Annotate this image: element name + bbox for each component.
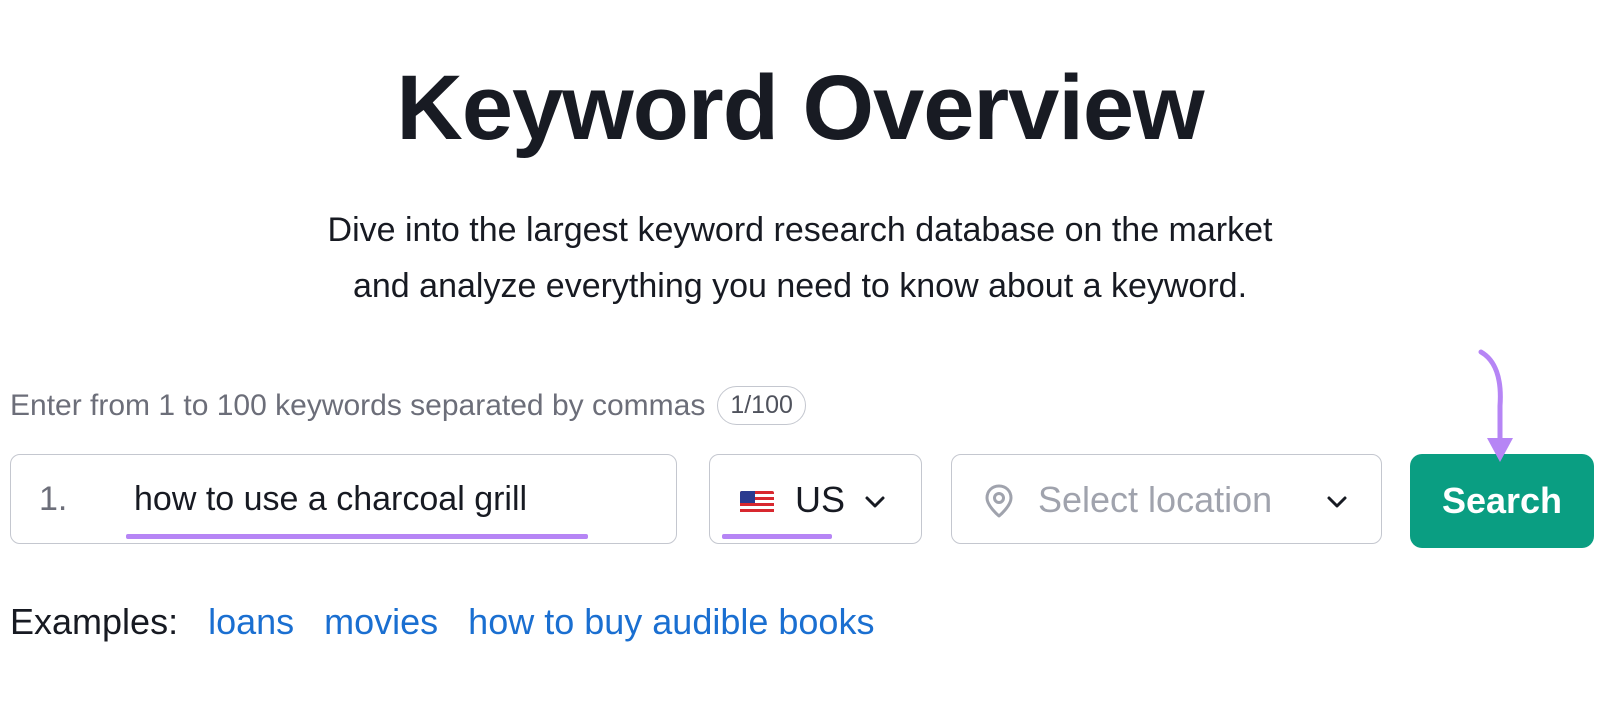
keyword-line-number: 1. [39, 479, 68, 518]
example-link-audible-books[interactable]: how to buy audible books [468, 601, 874, 643]
page-title: Keyword Overview [396, 57, 1204, 159]
country-underline-annotation [722, 534, 832, 539]
example-link-movies[interactable]: movies [324, 601, 438, 643]
examples-row: Examples: loans movies how to buy audibl… [10, 601, 904, 643]
example-link-loans[interactable]: loans [208, 601, 294, 643]
examples-label: Examples: [10, 601, 179, 642]
us-flag-icon [740, 491, 774, 515]
keyword-instructions: Enter from 1 to 100 keywords separated b… [10, 386, 806, 425]
subtitle-line-2: and analyze everything you need to know … [352, 267, 1248, 305]
chevron-down-icon [865, 496, 885, 508]
location-select[interactable]: Select location [951, 454, 1382, 544]
keyword-input[interactable]: 1. how to use a charcoal grill [10, 454, 677, 544]
page-subtitle: Dive into the largest keyword research d… [0, 202, 1600, 314]
keyword-count-badge: 1/100 [717, 386, 806, 425]
location-pin-icon [985, 484, 1013, 518]
location-placeholder: Select location [1038, 479, 1273, 520]
country-select[interactable]: US [709, 454, 922, 544]
instructions-text: Enter from 1 to 100 keywords separated b… [10, 388, 706, 422]
keyword-underline-annotation [126, 534, 588, 539]
arrow-annotation-icon [1478, 349, 1513, 462]
chevron-down-icon [1327, 496, 1347, 508]
country-code: US [795, 479, 846, 520]
keyword-value[interactable]: how to use a charcoal grill [134, 480, 527, 519]
subtitle-line-1: Dive into the largest keyword research d… [327, 211, 1273, 249]
